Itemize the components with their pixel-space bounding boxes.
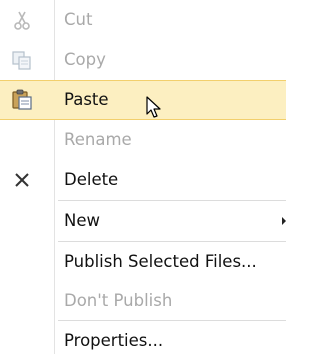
menu-item-label: Don't Publish [64, 291, 173, 310]
menu-item-copy[interactable]: Copy [0, 40, 286, 80]
menu-item-paste[interactable]: Paste [0, 80, 286, 120]
menu-item-label: Paste [64, 90, 109, 109]
menu-item-label: Delete [64, 170, 119, 189]
menu-item-delete[interactable]: Delete [0, 160, 286, 200]
menu-item-dont-publish[interactable]: Don't Publish [0, 281, 286, 321]
menu-item-label: Cut [64, 10, 93, 29]
menu-item-properties[interactable]: Properties... [0, 321, 286, 361]
scissors-icon [10, 9, 34, 31]
x-delete-icon [10, 169, 34, 191]
menu-item-label: Rename [64, 130, 132, 149]
paste-icon [10, 89, 34, 111]
menu-item-label: Copy [64, 50, 106, 69]
context-menu: Cut Copy Paste Rename Delete New Publish… [0, 0, 286, 354]
menu-item-new[interactable]: New [0, 201, 286, 241]
menu-item-label: New [64, 211, 100, 230]
submenu-arrow-icon [282, 217, 286, 225]
menu-item-rename[interactable]: Rename [0, 120, 286, 160]
menu-item-cut[interactable]: Cut [0, 0, 286, 40]
menu-item-label: Publish Selected Files... [64, 252, 257, 271]
menu-item-publish-selected-files[interactable]: Publish Selected Files... [0, 242, 286, 282]
copy-icon [10, 49, 34, 71]
menu-item-label: Properties... [64, 331, 164, 350]
mouse-pointer-icon [146, 96, 162, 124]
